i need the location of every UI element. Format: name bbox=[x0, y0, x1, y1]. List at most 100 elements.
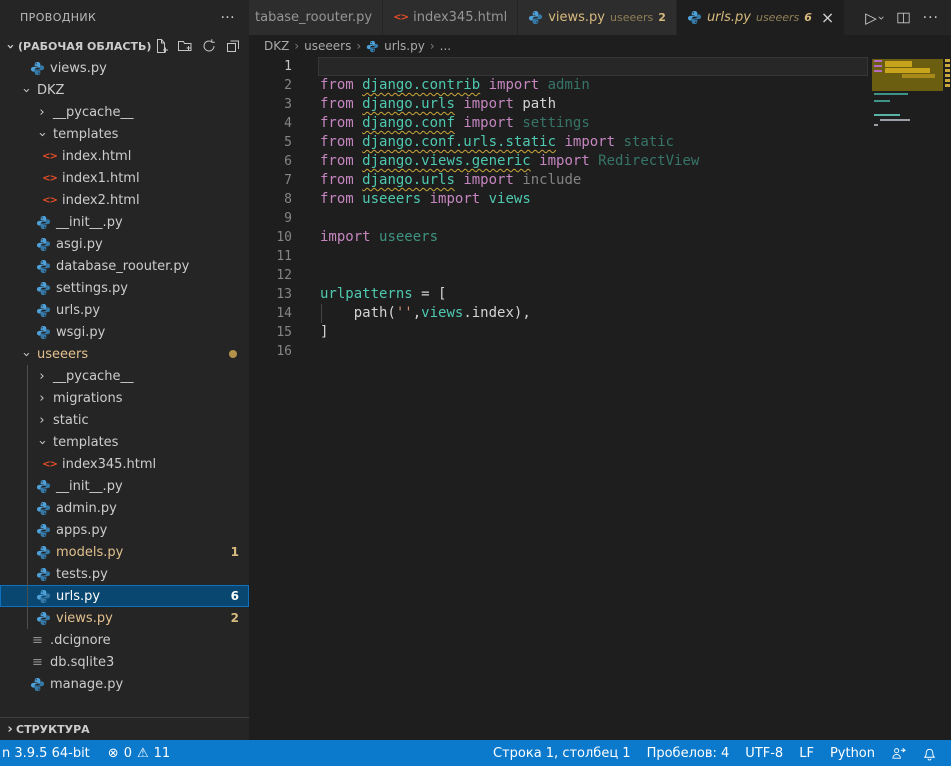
file-label: migrations bbox=[53, 391, 123, 406]
tree-item-index1.html[interactable]: <>index1.html bbox=[0, 167, 249, 189]
status-language-mode[interactable]: Python bbox=[830, 746, 875, 761]
tree-item-urls.py[interactable]: urls.py bbox=[0, 299, 249, 321]
bell-icon bbox=[922, 746, 937, 761]
tree-item-tests.py[interactable]: tests.py bbox=[0, 563, 249, 585]
python-icon bbox=[687, 10, 702, 25]
line-number: 2 bbox=[249, 76, 292, 95]
close-icon[interactable]: × bbox=[821, 8, 834, 27]
code-line-3[interactable]: 3from django.urls import path bbox=[249, 95, 951, 114]
code-line-9[interactable]: 9 bbox=[249, 209, 951, 228]
file-label: views.py bbox=[56, 611, 113, 626]
tree-item-static[interactable]: ›static bbox=[0, 409, 249, 431]
status-feedback[interactable] bbox=[891, 746, 906, 761]
code-editor[interactable]: 12from django.contrib import admin3from … bbox=[249, 57, 951, 740]
status-cursor-position[interactable]: Строка 1, столбец 1 bbox=[493, 746, 631, 761]
tree-item-views.py[interactable]: views.py bbox=[0, 57, 249, 79]
file-label: database_roouter.py bbox=[56, 259, 189, 274]
tree-item-.dcignore[interactable]: ≡.dcignore bbox=[0, 629, 249, 651]
code-line-2[interactable]: 2from django.contrib import admin bbox=[249, 76, 951, 95]
code-line-8[interactable]: 8from useeers import views bbox=[249, 190, 951, 209]
tab-problems-badge: 6 bbox=[804, 11, 812, 24]
tab-tabase_roouter.py[interactable]: tabase_roouter.py bbox=[249, 0, 383, 35]
status-indentation[interactable]: Пробелов: 4 bbox=[647, 746, 730, 761]
code-line-4[interactable]: 4from django.conf import settings bbox=[249, 114, 951, 133]
run-python-file-button[interactable]: ▷› bbox=[865, 9, 883, 27]
line-number: 10 bbox=[249, 228, 292, 247]
tree-item-database_roouter.py[interactable]: database_roouter.py bbox=[0, 255, 249, 277]
explorer-more-actions-button[interactable]: ··· bbox=[220, 10, 235, 26]
code-line-16[interactable]: 16 bbox=[249, 342, 951, 361]
python-icon bbox=[36, 259, 51, 274]
status-python-interpreter[interactable]: n 3.9.5 64-bit bbox=[2, 746, 90, 761]
status-notifications[interactable] bbox=[922, 746, 937, 761]
tree-item-templates[interactable]: ›templates bbox=[0, 123, 249, 145]
new-file-icon[interactable] bbox=[153, 38, 169, 54]
tree-item-__init__.py[interactable]: __init__.py bbox=[0, 211, 249, 233]
code-line-1[interactable]: 1 bbox=[249, 57, 951, 76]
file-label: asgi.py bbox=[56, 237, 103, 252]
tree-item-asgi.py[interactable]: asgi.py bbox=[0, 233, 249, 255]
html-icon: <> bbox=[393, 10, 408, 25]
tree-item-__pycache__[interactable]: ›__pycache__ bbox=[0, 101, 249, 123]
tree-item-migrations[interactable]: ›migrations bbox=[0, 387, 249, 409]
breadcrumb-item[interactable]: DKZ bbox=[264, 39, 289, 53]
workspace-label: (РАБОЧАЯ ОБЛАСТЬ) ... bbox=[18, 40, 153, 53]
run-dropdown-icon[interactable]: › bbox=[874, 15, 888, 20]
tree-item-__init__.py[interactable]: __init__.py bbox=[0, 475, 249, 497]
code-line-5[interactable]: 5from django.conf.urls.static import sta… bbox=[249, 133, 951, 152]
tree-item-settings.py[interactable]: settings.py bbox=[0, 277, 249, 299]
status-problems[interactable]: ⊗0⚠11 bbox=[108, 746, 170, 761]
tree-item-apps.py[interactable]: apps.py bbox=[0, 519, 249, 541]
tree-item-index.html[interactable]: <>index.html bbox=[0, 145, 249, 167]
tab-label: index345.html bbox=[413, 10, 507, 25]
breadcrumb-item[interactable]: useeers bbox=[304, 39, 351, 53]
minimap[interactable] bbox=[872, 57, 945, 177]
html-icon: <> bbox=[42, 149, 57, 164]
modified-dot-icon bbox=[229, 350, 237, 358]
new-folder-icon[interactable] bbox=[177, 38, 193, 54]
collapse-all-icon[interactable] bbox=[225, 38, 241, 54]
tree-item-db.sqlite3[interactable]: ≡db.sqlite3 bbox=[0, 651, 249, 673]
tab-views.py[interactable]: views.pyuseeers2 bbox=[518, 0, 677, 35]
tab-urls.py[interactable]: urls.pyuseeers6× bbox=[677, 0, 845, 35]
tree-item-index2.html[interactable]: <>index2.html bbox=[0, 189, 249, 211]
code-line-13[interactable]: 13urlpatterns = [ bbox=[249, 285, 951, 304]
code-line-11[interactable]: 11 bbox=[249, 247, 951, 266]
status-encoding[interactable]: UTF-8 bbox=[745, 746, 783, 761]
tree-item-__pycache__[interactable]: ›__pycache__ bbox=[0, 365, 249, 387]
tree-item-admin.py[interactable]: admin.py bbox=[0, 497, 249, 519]
refresh-icon[interactable] bbox=[201, 38, 217, 54]
outline-section-header[interactable]: › СТРУКТУРА bbox=[0, 717, 249, 740]
python-icon bbox=[36, 303, 51, 318]
tree-item-templates[interactable]: ›templates bbox=[0, 431, 249, 453]
code-line-7[interactable]: 7from django.urls import include bbox=[249, 171, 951, 190]
code-line-10[interactable]: 10import useeers bbox=[249, 228, 951, 247]
file-label: manage.py bbox=[50, 677, 123, 692]
split-editor-button[interactable] bbox=[896, 11, 911, 25]
workspace-section-header[interactable]: › (РАБОЧАЯ ОБЛАСТЬ) ... bbox=[0, 35, 249, 57]
tab-index345.html[interactable]: <> index345.html bbox=[383, 0, 518, 35]
tree-item-views.py[interactable]: views.py2 bbox=[0, 607, 249, 629]
status-eol[interactable]: LF bbox=[799, 746, 814, 761]
code-line-12[interactable]: 12 bbox=[249, 266, 951, 285]
tree-item-models.py[interactable]: models.py1 bbox=[0, 541, 249, 563]
breadcrumb: DKZ›useeers›urls.py›... bbox=[249, 35, 951, 57]
code-line-6[interactable]: 6from django.views.generic import Redire… bbox=[249, 152, 951, 171]
python-icon bbox=[30, 61, 45, 76]
breadcrumb-item[interactable]: ... bbox=[440, 39, 451, 53]
tree-item-index345.html[interactable]: <>index345.html bbox=[0, 453, 249, 475]
tree-item-wsgi.py[interactable]: wsgi.py bbox=[0, 321, 249, 343]
breadcrumb-separator-icon: › bbox=[356, 39, 361, 53]
code-line-14[interactable]: 14 path('',views.index), bbox=[249, 304, 951, 323]
editor-more-actions-button[interactable]: ··· bbox=[923, 10, 939, 26]
breadcrumb-item[interactable]: urls.py bbox=[384, 39, 425, 53]
tab-label: views.py bbox=[548, 10, 605, 25]
tree-item-manage.py[interactable]: manage.py bbox=[0, 673, 249, 695]
tree-item-urls.py[interactable]: urls.py6 bbox=[0, 585, 249, 607]
file-label: templates bbox=[53, 435, 118, 450]
code-line-15[interactable]: 15] bbox=[249, 323, 951, 342]
tree-item-useeers[interactable]: ›useeers bbox=[0, 343, 249, 365]
tab-problems-badge: 2 bbox=[658, 11, 666, 24]
tree-item-DKZ[interactable]: ›DKZ bbox=[0, 79, 249, 101]
line-text: ] bbox=[292, 323, 328, 342]
